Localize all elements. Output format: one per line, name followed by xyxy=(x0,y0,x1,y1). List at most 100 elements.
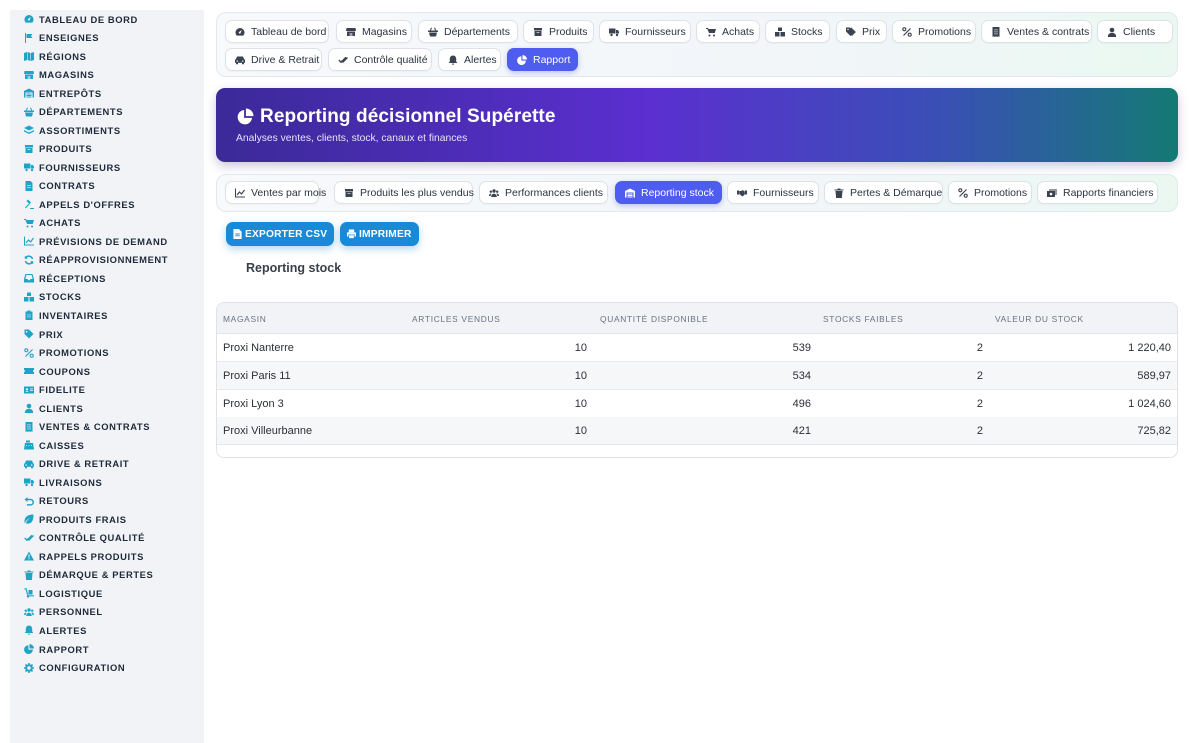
report-tab-fournisseurs[interactable]: Fournisseurs xyxy=(727,181,819,204)
print-button[interactable]: IMPRIMER xyxy=(340,222,419,246)
sidebar-item-label: Coupons xyxy=(39,365,91,377)
report-tab-promotions[interactable]: Promotions xyxy=(948,181,1032,204)
column-header-magasin[interactable]: Magasin xyxy=(223,314,267,324)
basket-icon xyxy=(428,27,438,37)
sidebar-item-fidelite[interactable]: Fidelite xyxy=(10,381,85,399)
car-icon xyxy=(24,459,34,469)
sidebar-item-demarque-pertes[interactable]: Démarque & pertes xyxy=(10,566,153,584)
topnav-tab-label: Tableau de bord xyxy=(251,25,327,38)
file-icon xyxy=(24,180,34,191)
sidebar-item-label: Livraisons xyxy=(39,476,103,488)
money-bill-icon xyxy=(1047,188,1057,198)
report-tab-label: Fournisseurs xyxy=(753,186,814,199)
topnav-tab-ventes-contrats[interactable]: Ventes & contrats xyxy=(981,20,1092,43)
column-header-quantite-disponible[interactable]: Quantité disponible xyxy=(600,314,708,324)
sidebar-item-controle-qualite[interactable]: Contrôle qualité xyxy=(10,529,145,547)
report-tab-rapports-financiers[interactable]: Rapports financiers xyxy=(1037,181,1158,204)
topnav-tab-label: Fournisseurs xyxy=(625,25,686,38)
sidebar-item-rapport[interactable]: Rapport xyxy=(10,640,89,658)
sidebar-item-retours[interactable]: Retours xyxy=(10,492,89,510)
bell-icon xyxy=(24,625,34,636)
report-tab-performances-clients[interactable]: Performances clients xyxy=(479,181,608,204)
report-tab-ventes-par-mois[interactable]: Ventes par mois xyxy=(225,181,326,204)
sidebar-item-departements[interactable]: Départements xyxy=(10,103,123,121)
receipt-icon xyxy=(991,26,1001,37)
id-card-icon xyxy=(24,385,34,395)
report-tab-label: Rapports financiers xyxy=(1063,186,1154,199)
sidebar-item-ventes-contrats[interactable]: Ventes & contrats xyxy=(10,418,150,436)
sidebar-item-entrepots[interactable]: Entrepôts xyxy=(10,84,102,102)
sidebar-item-logistique[interactable]: Logistique xyxy=(10,584,103,602)
sidebar-item-inventaires[interactable]: Inventaires xyxy=(10,306,108,324)
topnav-tab-label: Prix xyxy=(862,25,881,38)
sidebar-item-label: Produits frais xyxy=(39,513,127,525)
sidebar-item-contrats[interactable]: Contrats xyxy=(10,177,95,195)
column-header-valeur-du-stock[interactable]: Valeur du stock xyxy=(995,314,1084,324)
sidebar-item-label: Prix xyxy=(39,328,64,340)
topnav-tab-stocks[interactable]: Stocks xyxy=(765,20,830,43)
sidebar-item-rappels-produits[interactable]: Rappels produits xyxy=(10,547,144,565)
topnav-tab-rapport[interactable]: Rapport xyxy=(507,48,578,71)
users-icon xyxy=(24,607,34,617)
sidebar-item-enseignes[interactable]: Enseignes xyxy=(10,29,99,47)
topnav-tab-controle-qualite[interactable]: Contrôle qualité xyxy=(328,48,432,71)
sidebar-item-produits[interactable]: Produits xyxy=(10,140,92,158)
sidebar-item-previsions-de-demand[interactable]: Prévisions de demand xyxy=(10,232,168,250)
sidebar-item-alertes[interactable]: Alertes xyxy=(10,621,87,639)
topnav-tab-departements[interactable]: Départements xyxy=(418,20,518,43)
sidebar-item-prix[interactable]: Prix xyxy=(10,325,63,343)
topnav-tab-magasins[interactable]: Magasins xyxy=(336,20,412,43)
sidebar-item-magasins[interactable]: Magasins xyxy=(10,66,94,84)
sidebar-item-configuration[interactable]: Configuration xyxy=(10,659,125,677)
sidebar-item-stocks[interactable]: Stocks xyxy=(10,288,82,306)
sidebar-item-drive-retrait[interactable]: Drive & retrait xyxy=(10,455,129,473)
sidebar-item-label: Rappels produits xyxy=(39,550,144,562)
column-header-articles-vendus[interactable]: Articles vendus xyxy=(412,314,501,324)
sidebar-item-coupons[interactable]: Coupons xyxy=(10,362,91,380)
gauge-icon xyxy=(235,27,245,37)
sidebar-item-appels-d-offres[interactable]: Appels d'offres xyxy=(10,195,135,213)
bell-icon xyxy=(448,55,458,65)
sidebar-item-reapprovisionnement[interactable]: Réapprovisionnement xyxy=(10,251,168,269)
delivery-truck-icon xyxy=(24,477,34,487)
sidebar-item-clients[interactable]: Clients xyxy=(10,399,83,417)
sidebar-item-regions[interactable]: Régions xyxy=(10,47,86,65)
sidebar-item-livraisons[interactable]: Livraisons xyxy=(10,473,102,491)
topnav-tab-alertes[interactable]: Alertes xyxy=(438,48,501,71)
table-cell-stocks-faibles: 2 xyxy=(976,397,983,410)
topnav-tab-promotions[interactable]: Promotions xyxy=(892,20,976,43)
topnav-tab-fournisseurs[interactable]: Fournisseurs xyxy=(599,20,691,43)
sidebar-item-fournisseurs[interactable]: Fournisseurs xyxy=(10,158,121,176)
table-cell-magasin: Proxi Lyon 3 xyxy=(223,397,284,410)
sidebar-item-assortiments[interactable]: Assortiments xyxy=(10,121,121,139)
sidebar-item-receptions[interactable]: Réceptions xyxy=(10,269,106,287)
sidebar-item-caisses[interactable]: Caisses xyxy=(10,436,84,454)
topnav-tab-clients[interactable]: Clients xyxy=(1097,20,1173,43)
topnav-tab-prix[interactable]: Prix xyxy=(836,20,887,43)
sidebar-item-label: Enseignes xyxy=(39,32,100,44)
report-tab-pertes-demarque[interactable]: Pertes & Démarque xyxy=(824,181,943,204)
report-tab-label: Promotions xyxy=(974,186,1028,199)
report-tab-reporting-stock[interactable]: Reporting stock xyxy=(615,181,722,204)
topnav-tab-achats[interactable]: Achats xyxy=(696,20,760,43)
topnav-tab-label: Promotions xyxy=(918,25,972,38)
topnav-tab-drive-retrait[interactable]: Drive & Retrait xyxy=(225,48,322,71)
gear-icon xyxy=(24,662,34,673)
boxes-icon xyxy=(775,27,785,37)
sidebar-item-label: Retours xyxy=(39,495,89,507)
topnav-tab-tableau-de-bord[interactable]: Tableau de bord xyxy=(225,20,329,43)
sidebar-item-personnel[interactable]: Personnel xyxy=(10,603,103,621)
report-tab-produits-les-plus-vendus[interactable]: Produits les plus vendus xyxy=(334,181,474,204)
report-tab-label: Pertes & Démarque xyxy=(850,186,943,199)
topnav-tab-produits[interactable]: Produits xyxy=(523,20,594,43)
sidebar-item-achats[interactable]: Achats xyxy=(10,214,81,232)
sidebar-item-tableau-de-bord[interactable]: Tableau de bord xyxy=(10,10,138,28)
sidebar-item-produits-frais[interactable]: Produits frais xyxy=(10,510,127,528)
topnav-tab-label: Ventes & contrats xyxy=(1007,25,1090,38)
column-header-stocks-faibles[interactable]: Stocks faibles xyxy=(823,314,903,324)
sidebar-item-promotions[interactable]: Promotions xyxy=(10,344,109,362)
truck-icon xyxy=(24,162,34,172)
tags-icon xyxy=(846,26,856,37)
pie-chart-icon xyxy=(236,108,254,126)
export-csv-button[interactable]: EXPORTER CSV xyxy=(226,222,335,246)
